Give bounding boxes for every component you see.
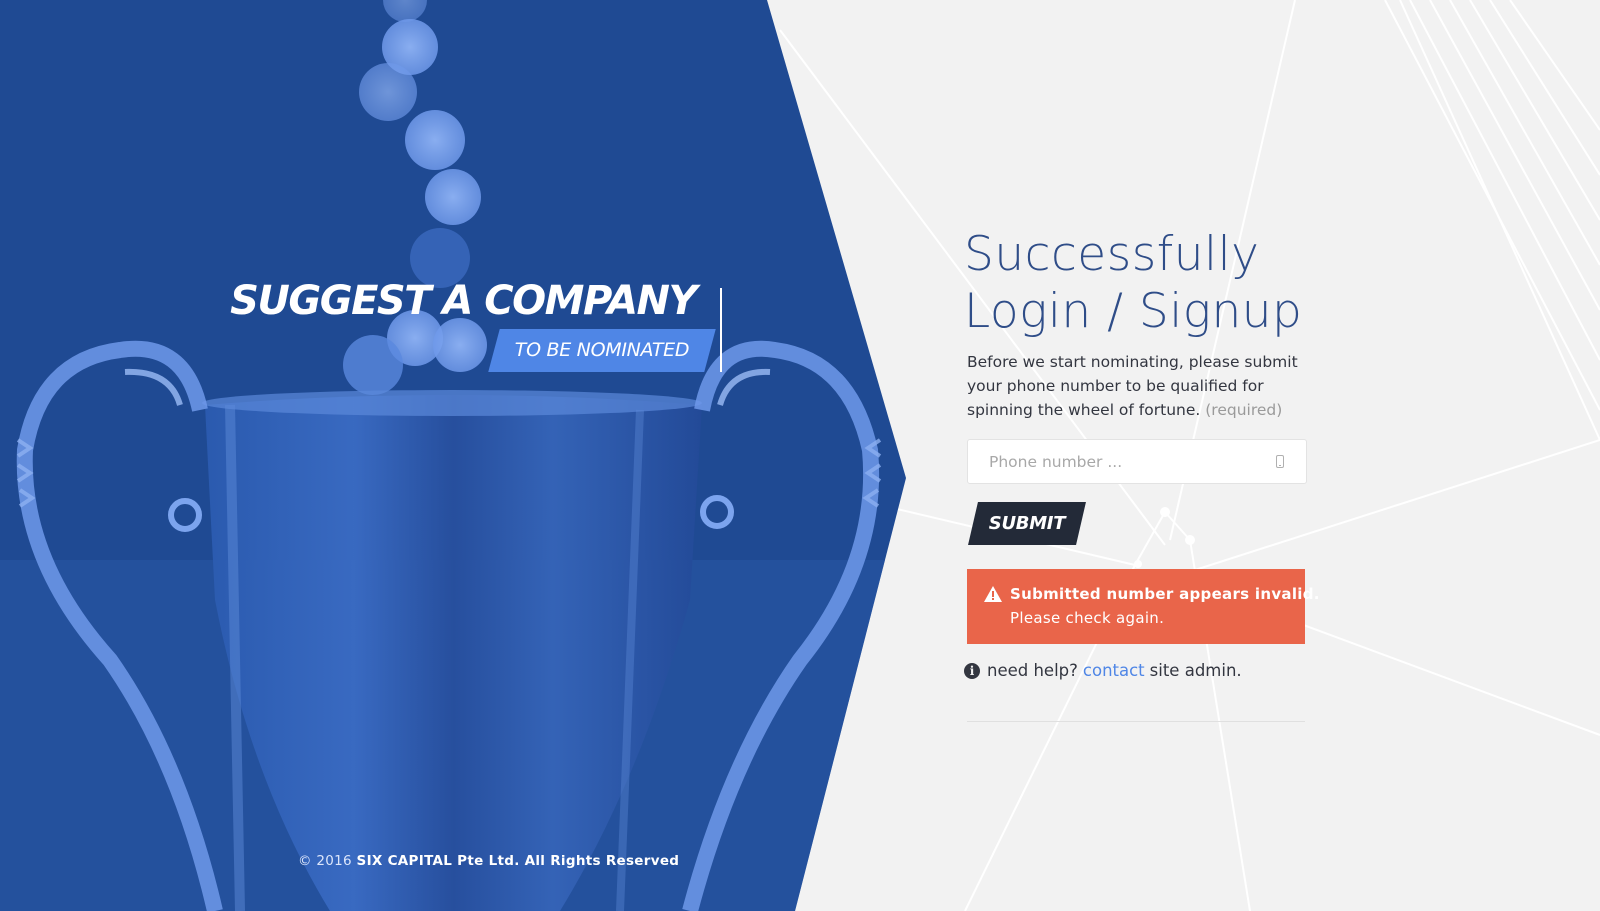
page-title-line2: Login / Signup: [964, 284, 1303, 339]
footer-prefix: © 2016: [298, 853, 352, 869]
warning-icon: [984, 586, 1002, 602]
alert-message: Please check again.: [1010, 609, 1165, 627]
hero-tag: TO BE NOMINATED: [514, 339, 690, 361]
page-title: Successfully Login / Signup: [964, 226, 1304, 340]
submit-button-wrap: SUBMIT: [967, 502, 1087, 545]
help-prefix: need help?: [987, 661, 1078, 680]
phone-field: [967, 439, 1307, 484]
divider: [967, 721, 1305, 722]
contact-link[interactable]: contact: [1083, 661, 1145, 680]
footer-company: SIX CAPITAL Pte Ltd. All Rights Reserved: [356, 853, 680, 869]
page-title-line1: Successfully: [964, 227, 1260, 282]
phone-input[interactable]: [968, 440, 1269, 483]
help-suffix: site admin.: [1149, 661, 1242, 680]
form-description: Before we start nominating, please submi…: [967, 350, 1307, 422]
submit-button[interactable]: SUBMIT: [967, 502, 1087, 545]
hero-panel: [0, 0, 906, 911]
signup-form: Successfully Login / Signup Before we st…: [964, 226, 1319, 722]
required-note: (required): [1205, 401, 1283, 419]
hero-title: SUGGEST A COMPANY: [230, 278, 697, 324]
help-text: i need help? contact site admin.: [964, 661, 1304, 680]
error-alert: Submitted number appears invalid. Please…: [967, 569, 1319, 644]
mobile-phone-icon: [1276, 455, 1284, 468]
footer-copyright: © 2016 SIX CAPITAL Pte Ltd. All Rights R…: [298, 853, 679, 869]
hero-divider: [720, 288, 722, 372]
alert-title: Submitted number appears invalid.: [1010, 585, 1320, 603]
info-icon: i: [964, 662, 980, 679]
page: SUGGEST A COMPANY TO BE NOMINATED © 2016…: [0, 0, 1600, 911]
